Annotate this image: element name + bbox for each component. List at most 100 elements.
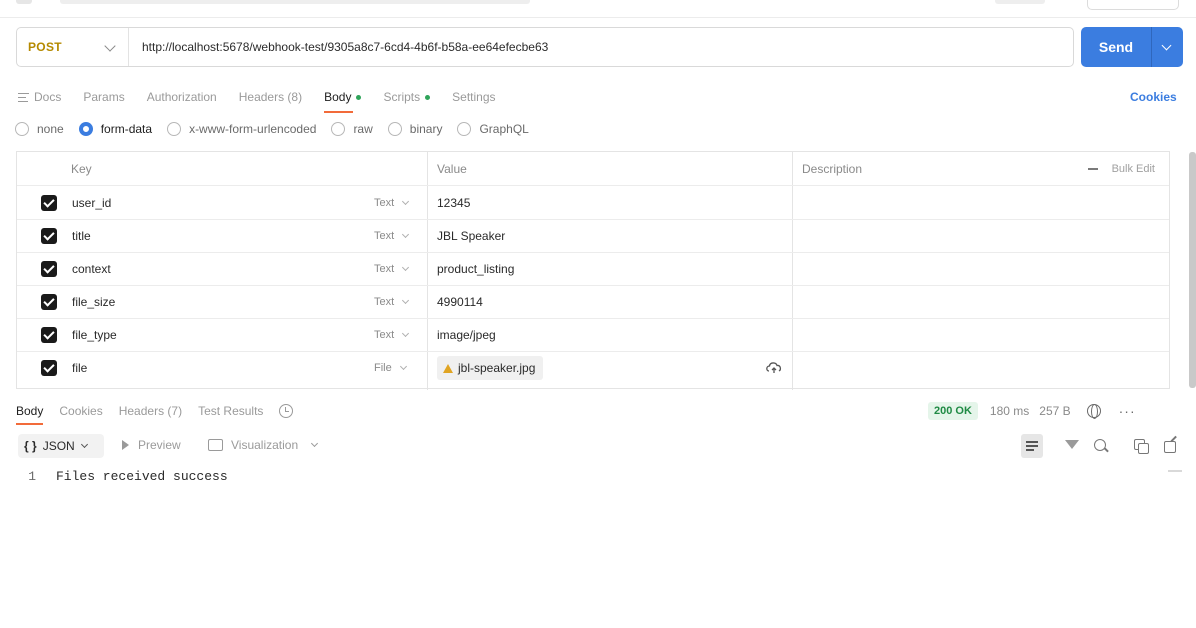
- row-key[interactable]: title: [72, 219, 91, 252]
- radio-circle[interactable]: [457, 122, 472, 136]
- row-type-selector[interactable]: Text: [374, 252, 410, 285]
- radio-circle[interactable]: [15, 122, 29, 136]
- external-link-icon[interactable]: [1161, 437, 1179, 455]
- tab-label: Authorization: [146, 90, 217, 104]
- row-type-selector[interactable]: Text: [374, 318, 410, 351]
- response-tabs: Body Cookies Headers (7) Test Results: [16, 401, 294, 425]
- preview-label: Preview: [138, 438, 181, 452]
- cookies-link[interactable]: Cookies: [1130, 90, 1177, 104]
- chevron-down-icon: [402, 296, 410, 304]
- format-selector[interactable]: { } JSON: [18, 434, 104, 458]
- more-options-icon[interactable]: ···: [1119, 403, 1136, 419]
- row-type-selector[interactable]: Text: [374, 285, 410, 318]
- tab-test-results[interactable]: Test Results: [198, 404, 263, 418]
- response-body-editor[interactable]: 1 Files received success: [0, 469, 228, 484]
- radio-label: none: [37, 122, 64, 136]
- tab-settings[interactable]: Settings: [452, 90, 495, 104]
- row-value[interactable]: 4990114: [437, 285, 483, 318]
- visualization-button[interactable]: Visualization: [208, 438, 319, 452]
- response-time[interactable]: 180 ms: [990, 404, 1029, 418]
- table-row: file_size Text 4990114: [17, 285, 1169, 319]
- send-button[interactable]: Send: [1081, 27, 1183, 67]
- radio-graphql[interactable]: GraphQL: [457, 122, 529, 136]
- radio-label: GraphQL: [479, 122, 529, 136]
- send-label: Send: [1098, 39, 1134, 55]
- row-value[interactable]: image/jpeg: [437, 318, 496, 351]
- tab-response-cookies[interactable]: Cookies: [59, 404, 102, 418]
- row-enabled-checkbox[interactable]: [41, 228, 57, 244]
- wrap-lines-icon[interactable]: [1021, 434, 1043, 458]
- copy-icon[interactable]: [1132, 437, 1150, 455]
- minus-icon[interactable]: [1087, 168, 1098, 170]
- line-number: 1: [28, 469, 36, 484]
- row-type-selector[interactable]: File: [374, 351, 407, 385]
- top-text-fragment: [60, 0, 530, 4]
- filter-icon[interactable]: [1064, 437, 1082, 455]
- tab-response-headers[interactable]: Headers (7): [119, 404, 182, 418]
- table-row: user_id Text 12345: [17, 186, 1169, 220]
- row-key[interactable]: context: [72, 252, 111, 285]
- preview-button[interactable]: Preview: [122, 438, 181, 452]
- tab-label: Settings: [452, 90, 496, 104]
- format-label: JSON: [42, 439, 75, 453]
- row-enabled-checkbox[interactable]: [41, 294, 57, 310]
- radio-x-www-form-urlencoded[interactable]: x-www-form-urlencoded: [167, 122, 316, 136]
- globe-icon[interactable]: [1086, 404, 1101, 419]
- radio-raw[interactable]: raw: [331, 122, 373, 136]
- tab-params[interactable]: Params: [83, 90, 124, 104]
- send-options-chevron-icon[interactable]: [1161, 40, 1172, 50]
- send-separator: [1151, 27, 1152, 67]
- radio-form-data[interactable]: form-data: [78, 122, 152, 136]
- modified-dot-icon: [356, 94, 362, 100]
- form-data-table: Key Value Description Bulk Edit user_id …: [16, 151, 1170, 390]
- history-icon[interactable]: [279, 404, 294, 418]
- row-type-selector[interactable]: Text: [374, 219, 410, 252]
- file-chip[interactable]: jbl-speaker.jpg: [437, 356, 544, 380]
- radio-circle[interactable]: [167, 122, 182, 136]
- response-body-text[interactable]: Files received success: [56, 469, 228, 484]
- row-key[interactable]: file: [72, 351, 87, 385]
- row-type-selector[interactable]: Text: [374, 186, 410, 219]
- play-icon: [122, 440, 129, 450]
- row-key[interactable]: user_id: [72, 186, 111, 219]
- row-enabled-checkbox[interactable]: [41, 327, 57, 343]
- row-key[interactable]: file_type: [72, 318, 117, 351]
- tab-response-body[interactable]: Body: [16, 404, 44, 425]
- row-value[interactable]: product_listing: [437, 252, 514, 285]
- row-type: Text: [374, 196, 395, 209]
- row-key[interactable]: file_size: [72, 285, 115, 318]
- row-enabled-checkbox[interactable]: [41, 195, 57, 211]
- tab-headers[interactable]: Headers (8): [239, 90, 302, 104]
- tab-scripts[interactable]: Scripts: [383, 90, 431, 104]
- radio-circle[interactable]: [387, 122, 402, 136]
- tab-label: Body: [324, 90, 352, 104]
- response-size[interactable]: 257 B: [1039, 404, 1070, 418]
- row-value[interactable]: JBL Speaker: [437, 219, 505, 252]
- request-tabs: Docs Params Authorization Headers (8) Bo…: [18, 86, 518, 113]
- row-enabled-checkbox[interactable]: [41, 360, 57, 376]
- method-selector[interactable]: POST: [17, 28, 129, 66]
- tab-docs[interactable]: Docs: [18, 90, 61, 104]
- radio-circle[interactable]: [331, 122, 346, 136]
- header-description: Description: [802, 161, 863, 176]
- row-enabled-checkbox[interactable]: [41, 261, 57, 277]
- bulk-edit-control[interactable]: Bulk Edit: [1087, 152, 1155, 186]
- bulk-edit-link[interactable]: Bulk Edit: [1112, 163, 1155, 175]
- vertical-scrollbar[interactable]: [1189, 152, 1196, 388]
- tab-label: Params: [83, 90, 125, 104]
- radio-none[interactable]: none: [15, 122, 64, 136]
- status-badge[interactable]: 200 OK: [928, 402, 978, 420]
- environment-selector-cropped[interactable]: [1087, 0, 1179, 10]
- url-input[interactable]: http://localhost:5678/webhook-test/9305a…: [129, 40, 548, 54]
- response-scroll-indicator[interactable]: [1168, 458, 1182, 472]
- row-value[interactable]: 12345: [437, 186, 470, 219]
- tab-authorization[interactable]: Authorization: [147, 90, 217, 104]
- chevron-down-icon: [402, 197, 410, 205]
- cloud-upload-icon[interactable]: [765, 360, 783, 374]
- tab-body[interactable]: Body: [324, 90, 362, 113]
- search-icon[interactable]: [1092, 437, 1110, 455]
- radio-binary[interactable]: binary: [387, 122, 442, 136]
- row-type: Text: [374, 229, 395, 242]
- row-type: File: [374, 362, 392, 374]
- radio-circle[interactable]: [78, 122, 93, 136]
